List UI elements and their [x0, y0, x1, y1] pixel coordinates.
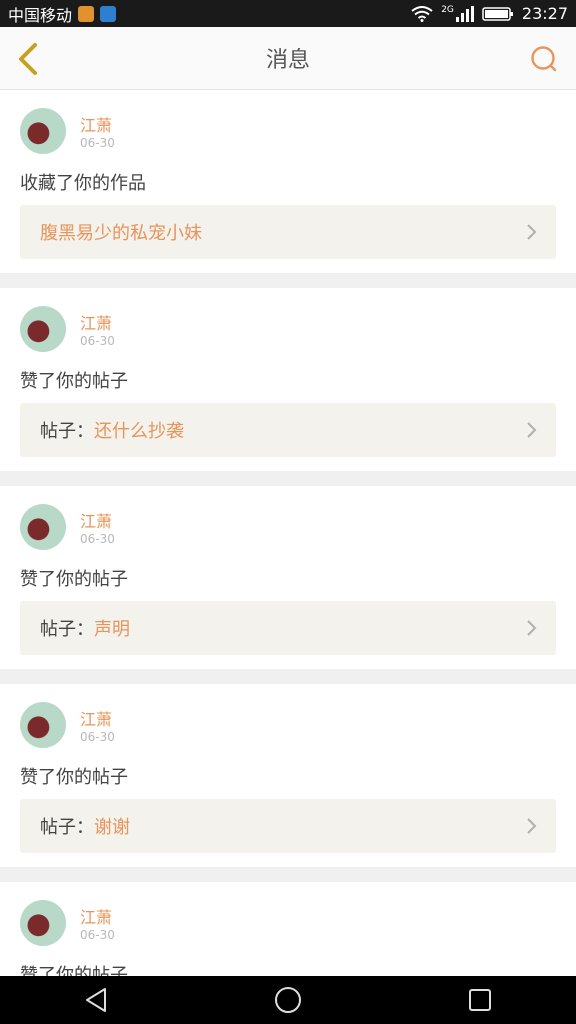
- message-date: 06-30: [80, 136, 115, 150]
- message-card[interactable]: 江萧 06-30 赞了你的帖子 帖子： 谢谢: [0, 684, 576, 867]
- chevron-right-icon: [527, 422, 537, 438]
- search-icon: [531, 46, 557, 72]
- message-action: 收藏了你的作品: [20, 173, 146, 194]
- avatar[interactable]: [20, 702, 66, 748]
- message-date: 06-30: [80, 532, 115, 546]
- signal-icon: [455, 5, 474, 22]
- status-bar: 中国移动 2G 23:27: [0, 0, 576, 27]
- message-action: 赞了你的帖子: [20, 371, 128, 392]
- circle-home-icon: [275, 987, 301, 1013]
- user-name[interactable]: 江萧: [80, 310, 112, 334]
- nav-recents-button[interactable]: [456, 976, 504, 1024]
- message-action: 赞了你的帖子: [20, 569, 128, 590]
- ref-prefix: 帖子：: [40, 817, 94, 838]
- avatar[interactable]: [20, 504, 66, 550]
- nav-home-button[interactable]: [264, 976, 312, 1024]
- ref-title: 声明: [94, 619, 130, 640]
- network-type-label: 2G: [441, 4, 454, 15]
- notification-app-icon-2: [100, 5, 117, 22]
- user-name[interactable]: 江萧: [80, 508, 112, 532]
- message-card[interactable]: 江萧 06-30 赞了你的帖子 帖子： 声明: [0, 486, 576, 669]
- back-button[interactable]: [10, 41, 46, 77]
- search-button[interactable]: [528, 43, 560, 75]
- message-card[interactable]: 江萧 06-30 赞了你的帖子: [0, 882, 576, 976]
- message-date: 06-30: [80, 334, 115, 348]
- notification-app-icon: [78, 5, 95, 22]
- avatar[interactable]: [20, 900, 66, 946]
- battery-icon: [482, 6, 513, 21]
- square-recents-icon: [469, 989, 491, 1011]
- message-card[interactable]: 江萧 06-30 赞了你的帖子 帖子： 还什么抄袭: [0, 288, 576, 471]
- chevron-right-icon: [527, 620, 537, 636]
- avatar[interactable]: [20, 108, 66, 154]
- user-name[interactable]: 江萧: [80, 706, 112, 730]
- nav-back-button[interactable]: [72, 976, 120, 1024]
- message-action: 赞了你的帖子: [20, 965, 128, 976]
- chevron-left-icon: [19, 43, 37, 75]
- message-action: 赞了你的帖子: [20, 767, 128, 788]
- triangle-back-icon: [86, 988, 106, 1012]
- message-date: 06-30: [80, 928, 115, 942]
- message-list[interactable]: 江萧 06-30 收藏了你的作品 腹黑易少的私宠小妹 江萧 06-30 赞了你的…: [0, 90, 576, 976]
- chevron-right-icon: [527, 224, 537, 240]
- referenced-post[interactable]: 帖子： 谢谢: [20, 799, 556, 853]
- ref-title: 还什么抄袭: [94, 421, 184, 442]
- ref-title: 谢谢: [94, 817, 130, 838]
- title-bar: 消息: [0, 27, 576, 90]
- referenced-post[interactable]: 帖子： 还什么抄袭: [20, 403, 556, 457]
- system-nav-bar: [0, 976, 576, 1024]
- ref-title: 腹黑易少的私宠小妹: [40, 223, 202, 244]
- message-card[interactable]: 江萧 06-30 收藏了你的作品 腹黑易少的私宠小妹: [0, 90, 576, 273]
- message-date: 06-30: [80, 730, 115, 744]
- chevron-right-icon: [527, 818, 537, 834]
- referenced-post[interactable]: 帖子： 声明: [20, 601, 556, 655]
- referenced-work[interactable]: 腹黑易少的私宠小妹: [20, 205, 556, 259]
- ref-prefix: 帖子：: [40, 619, 94, 640]
- wifi-icon: [411, 5, 433, 22]
- avatar[interactable]: [20, 306, 66, 352]
- ref-prefix: 帖子：: [40, 421, 94, 442]
- page-title: 消息: [265, 48, 310, 73]
- clock: 23:27: [521, 4, 568, 23]
- carrier-label: 中国移动: [8, 5, 73, 25]
- user-name[interactable]: 江萧: [80, 112, 112, 136]
- user-name[interactable]: 江萧: [80, 904, 112, 928]
